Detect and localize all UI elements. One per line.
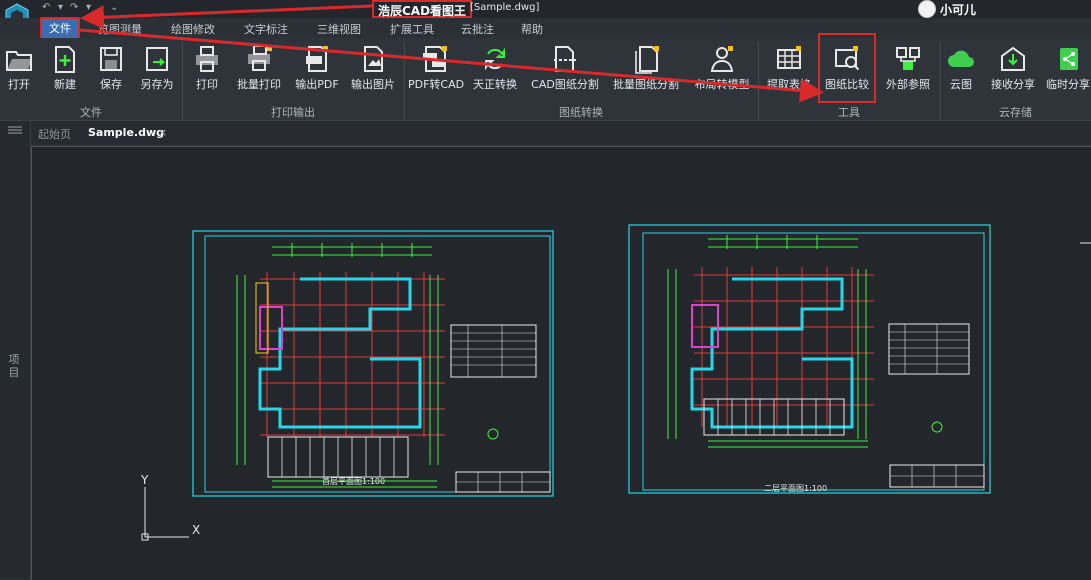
menu-view-measure[interactable]: 览图测量 — [98, 21, 142, 37]
convert-icon — [485, 47, 505, 71]
layout-model-icon — [710, 46, 734, 72]
document-title: [Sample.dwg] — [470, 2, 540, 13]
new-button-label: 新建 — [54, 78, 76, 91]
group-label-print-output: 打印输出 — [271, 106, 315, 119]
save-icon — [100, 47, 122, 71]
tangent-convert-button-label: 天正转换 — [473, 78, 517, 91]
table-extract-icon — [777, 46, 801, 69]
save-as-button-label: 另存为 — [140, 78, 174, 91]
user-account[interactable]: 小可儿 — [918, 0, 976, 18]
cad-split-button[interactable]: CAD图纸分割 — [530, 42, 600, 102]
receive-share-icon — [1001, 46, 1025, 71]
print-button-label: 打印 — [196, 78, 218, 91]
menu-extension-tools[interactable]: 扩展工具 — [390, 21, 434, 37]
receive-share-button[interactable]: 接收分享 — [986, 42, 1040, 102]
external-reference-button[interactable]: 外部参照 — [880, 42, 936, 102]
app-title: 浩辰CAD看图王 — [372, 0, 473, 18]
sheet-2[interactable]: 二层平面图1:100 — [628, 224, 991, 494]
panel-menu-icon[interactable] — [7, 125, 23, 135]
tab-start-page[interactable]: 起始页 — [38, 126, 71, 142]
new-button[interactable]: 新建 — [48, 42, 82, 102]
drawing-canvas[interactable]: 首层平面图1:100 二层平面图1:100 Y X — [31, 146, 1091, 580]
receive-share-button-label: 接收分享 — [991, 78, 1035, 91]
ucs-axis-icon: Y X — [140, 473, 200, 541]
cloud-drawing-button-label: 云图 — [950, 78, 972, 91]
export-pdf-button[interactable]: 输出PDF — [292, 42, 342, 102]
sheet-2-title: 二层平面图1:100 — [764, 484, 827, 493]
save-as-button[interactable]: 另存为 — [138, 42, 176, 102]
group-label-drawing-convert: 图纸转换 — [559, 106, 603, 119]
menu-text-dimension[interactable]: 文字标注 — [244, 21, 288, 37]
save-as-icon — [146, 47, 168, 71]
cad-drawing[interactable]: 首层平面图1:100 二层平面图1:100 Y X — [32, 147, 1091, 580]
save-button[interactable]: 保存 — [94, 42, 128, 102]
group-label-cloud-storage: 云存储 — [999, 106, 1032, 119]
quick-access-menu-icon[interactable]: ⌄ — [110, 2, 118, 13]
extract-table-button[interactable]: 提取表格 — [764, 42, 814, 102]
undo-dropdown-icon[interactable]: ▾ — [58, 2, 63, 13]
batch-split-button-label: 批量图纸分割 — [613, 78, 679, 91]
new-file-icon — [55, 46, 75, 73]
axis-x-label: X — [192, 523, 200, 537]
pdf-to-cad-icon — [423, 46, 447, 72]
temp-share-icon — [1060, 48, 1078, 70]
user-name: 小可儿 — [940, 2, 977, 17]
batch-print-button[interactable]: 批量打印 — [232, 42, 286, 102]
tab-sample-dwg[interactable]: Sample.dwg — [88, 126, 164, 139]
redo-dropdown-icon[interactable]: ▾ — [86, 2, 91, 13]
layout-to-model-button[interactable]: 布局转模型 — [690, 42, 754, 102]
pdf-to-cad-button[interactable]: PDF转CAD — [408, 42, 465, 102]
temporary-share-button-label: 临时分享 — [1046, 78, 1090, 91]
compare-highlight-box — [818, 33, 876, 103]
undo-icon[interactable]: ↶ — [42, 2, 50, 13]
folder-open-icon — [6, 51, 32, 71]
image-export-icon — [364, 46, 383, 72]
menu-draw-modify[interactable]: 绘图修改 — [171, 21, 215, 37]
menu-cloud-annotation[interactable]: 云批注 — [461, 21, 494, 37]
cloud-icon — [948, 50, 974, 67]
temporary-share-button[interactable]: 临时分享 — [1046, 42, 1090, 102]
external-reference-button-label: 外部参照 — [886, 78, 930, 91]
cad-split-button-label: CAD图纸分割 — [531, 78, 599, 91]
group-label-tools: 工具 — [838, 106, 860, 119]
split-icon — [554, 46, 576, 72]
open-button[interactable]: 打开 — [2, 42, 36, 102]
ribbon-toolbar: 打开 新建 保存 另存为 打印 批量打印 输出PDF 输出图片 PDF转CAD … — [0, 38, 1091, 121]
axis-y-label: Y — [140, 473, 149, 487]
tab-close-icon[interactable]: × — [158, 126, 167, 139]
batch-print-button-label: 批量打印 — [237, 78, 281, 91]
sheet-1-title: 首层平面图1:100 — [322, 476, 385, 486]
print-icon — [196, 46, 218, 72]
side-panel-label: 项目 — [8, 353, 20, 379]
project-side-panel[interactable]: 项目 — [0, 121, 31, 579]
export-image-button-label: 输出图片 — [351, 78, 395, 91]
pdf-icon — [306, 46, 328, 72]
avatar[interactable] — [918, 0, 936, 18]
batch-split-icon — [635, 46, 659, 74]
tangent-convert-button[interactable]: 天正转换 — [470, 42, 520, 102]
extract-table-button-label: 提取表格 — [767, 78, 811, 91]
redo-icon[interactable]: ↷ — [70, 2, 78, 13]
export-pdf-button-label: 输出PDF — [295, 78, 339, 91]
batch-print-icon — [248, 45, 272, 71]
cloud-drawing-button[interactable]: 云图 — [944, 42, 978, 102]
print-button[interactable]: 打印 — [190, 42, 224, 102]
external-ref-icon — [896, 47, 920, 70]
pdf-to-cad-button-label: PDF转CAD — [408, 78, 465, 91]
group-label-file: 文件 — [80, 106, 102, 119]
menu-bar — [0, 18, 1091, 38]
open-button-label: 打开 — [8, 78, 30, 91]
menu-3d-view[interactable]: 三维视图 — [317, 21, 361, 37]
sheet-1[interactable]: 首层平面图1:100 — [192, 230, 554, 497]
layout-to-model-button-label: 布局转模型 — [694, 78, 750, 91]
menu-help[interactable]: 帮助 — [521, 21, 543, 37]
save-button-label: 保存 — [100, 78, 122, 91]
export-image-button[interactable]: 输出图片 — [346, 42, 400, 102]
batch-split-button[interactable]: 批量图纸分割 — [608, 42, 684, 102]
